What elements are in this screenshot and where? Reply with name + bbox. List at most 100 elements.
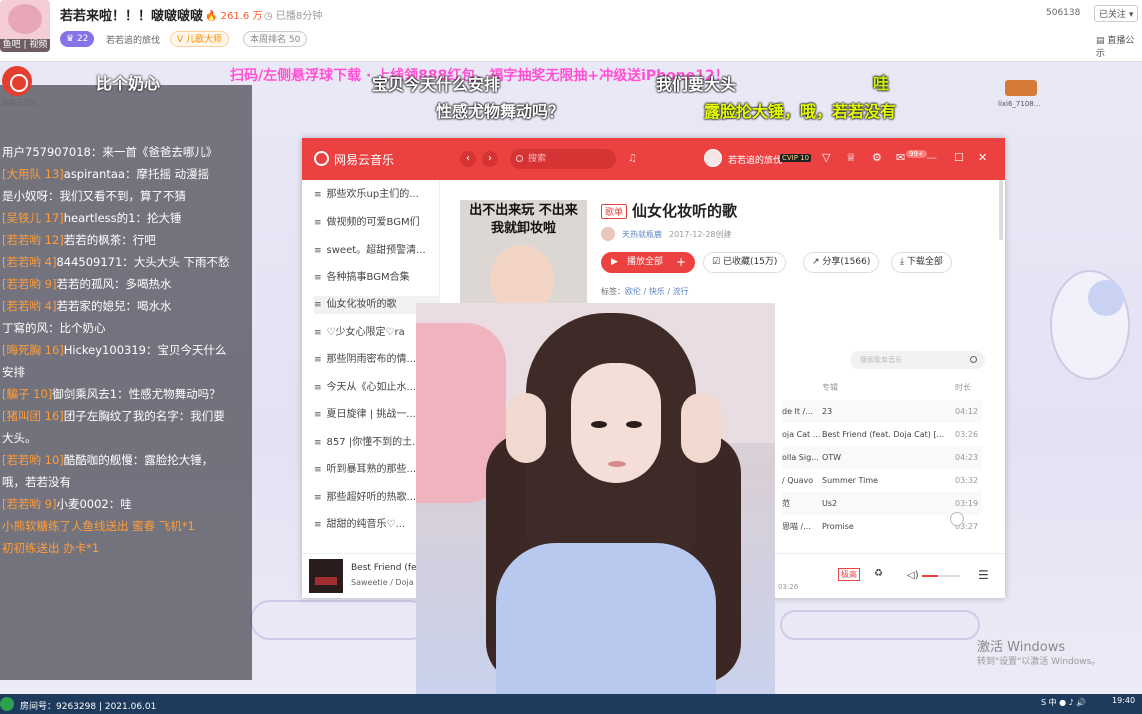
danmu-comment: 宝贝今天什么安排 xyxy=(372,75,501,94)
mail-icon[interactable]: ✉ xyxy=(896,151,905,164)
windows-activate-hint: 转到"设置"以激活 Windows。 xyxy=(977,657,1101,667)
playlist-icon: ≡ xyxy=(314,190,322,200)
song-row[interactable]: / Quavo Summer Time 03:32 xyxy=(782,469,982,492)
sidebar-playlist-item[interactable]: ≡ sweet。超甜预警清... xyxy=(314,242,439,260)
clock[interactable]: 19:40 xyxy=(1112,696,1135,705)
netease-search-input[interactable]: 搜索 xyxy=(510,149,616,169)
sidebar-playlist-item[interactable]: ≡ 做视频的可爱BGM们 xyxy=(314,214,439,232)
now-playing-title[interactable]: Best Friend (fe xyxy=(351,563,417,573)
skin-icon[interactable]: ♕ xyxy=(846,151,856,164)
settings-icon[interactable]: ⚙ xyxy=(872,151,882,164)
scrollbar[interactable] xyxy=(999,180,1003,240)
follow-button[interactable]: 已关注 ▾ xyxy=(1094,5,1139,22)
song-row[interactable]: de It /... 23 04:12 xyxy=(782,400,982,423)
back-button[interactable]: ‹ xyxy=(460,151,476,167)
chat-message: [若若哟 10]酷酷咖的舰慢：露脸抡大锤， xyxy=(2,453,214,467)
chat-message: 安排 xyxy=(2,365,25,379)
danmu-comment: 我们要大头 xyxy=(656,75,737,94)
collect-button[interactable]: ☑ 已收藏(15万) xyxy=(703,252,787,273)
playlist-icon: ≡ xyxy=(314,383,322,393)
column-header-album[interactable]: 专辑 xyxy=(822,382,838,393)
room-info: 房间号：9263298 | 2021.06.01 xyxy=(20,702,157,712)
chat-list: 用户757907018：来一首《爸爸去哪儿》 [大用队 13]aspiranta… xyxy=(2,141,250,559)
chat-message: 大头。 xyxy=(2,431,37,445)
playlist-icon: ≡ xyxy=(314,218,322,228)
live-notice-link[interactable]: ▤ 直播公示 xyxy=(1096,33,1142,59)
song-row[interactable]: oja Cat ... Best Friend (feat. Doja Cat) … xyxy=(782,423,982,446)
doodle-ghost-icon xyxy=(1088,280,1124,316)
share-button[interactable]: ↗ 分享(1566) xyxy=(803,252,880,273)
chat-message: [若若哟 4]844509171：大头大头 下雨不愁 xyxy=(2,255,230,269)
user-name[interactable]: 若若追的旅伐 xyxy=(728,153,782,166)
maximize-icon[interactable]: ☐ xyxy=(954,151,964,164)
search-icon xyxy=(970,356,977,363)
chat-message: 是小奴呀：我们又看不到，算了不猜 xyxy=(2,189,186,203)
vip-crown-icon[interactable]: ▽ xyxy=(822,151,830,164)
danmu-comment: 露脸抡大锤，哦，若若没有 xyxy=(704,102,897,121)
avatar-caption[interactable]: 鱼吧 | 视频 xyxy=(0,39,50,52)
add-to-queue-button[interactable]: + xyxy=(676,252,686,273)
playlist-icon: ≡ xyxy=(314,493,322,503)
fan-club-name[interactable]: 若若追的旅伐 xyxy=(106,33,160,46)
category-badge[interactable]: V 儿歌大师 xyxy=(170,31,230,47)
playlist-icon: ≡ xyxy=(314,410,322,420)
sidebar-playlist-item[interactable]: ≡ 那些欢乐up主们的... xyxy=(314,186,439,204)
volume-slider-fill xyxy=(922,575,938,577)
doodle-cloud xyxy=(250,600,430,640)
playlist-tags: 标签：欧伦 / 快乐 / 流行 xyxy=(601,287,689,296)
room-number: 506138 xyxy=(1046,8,1081,18)
sound-effect-icon[interactable]: ♻ xyxy=(874,568,883,579)
chat-message: 哦，若若没有 xyxy=(2,475,71,489)
locate-current-icon[interactable] xyxy=(950,512,964,526)
playlist-icon: ≡ xyxy=(314,438,322,448)
start-icon[interactable] xyxy=(0,697,14,711)
playlist-icon: ≡ xyxy=(314,273,322,283)
hot-count: 🔥 261.6 万 xyxy=(205,11,263,22)
chat-message: [若若哟 9]小麦0002：哇 xyxy=(2,497,132,511)
minimize-icon[interactable]: — xyxy=(926,151,937,164)
fan-level-badge[interactable]: ♛ 22 xyxy=(60,31,95,47)
creator-avatar[interactable] xyxy=(601,227,615,241)
system-tray[interactable]: S 中 ● ♪ 🔊 xyxy=(1041,697,1086,708)
playlist-cover[interactable]: 出不出来玩 不出来我就卸妆啦 xyxy=(460,200,587,320)
sidebar-playlist-item[interactable]: ≡ 各种搞事BGM合集 xyxy=(314,269,439,287)
playlist-icon: ≡ xyxy=(314,328,322,338)
danmu-comment: 性感尤物舞动吗？ xyxy=(436,102,565,121)
column-header-duration[interactable]: 时长 xyxy=(955,382,971,393)
gift-message: 小熊软糖练了人鱼线送出 蜜春 飞机*1 xyxy=(2,519,195,533)
netease-app-name: 网易云音乐 xyxy=(334,153,395,167)
playlist-icon: ≡ xyxy=(314,300,322,310)
playlist-queue-icon[interactable]: ☰ xyxy=(978,568,989,582)
chat-message: [騙子 10]御剑乘风去1：性感尤物舞动吗？ xyxy=(2,387,221,401)
user-avatar[interactable] xyxy=(704,149,722,167)
song-row[interactable]: 范 Us2 03:19 xyxy=(782,492,982,515)
playlist-icon: ≡ xyxy=(314,246,322,256)
windows-activate-watermark: 激活 Windows xyxy=(977,640,1066,655)
quality-button[interactable]: 极高 xyxy=(838,568,860,581)
close-icon[interactable]: ✕ xyxy=(978,151,987,164)
download-all-button[interactable]: ⤓ 下载全部 xyxy=(891,252,952,273)
chat-message: [晦死胸 16]Hickey100319：宝贝今天什么 xyxy=(2,343,227,357)
webcam-hand xyxy=(681,393,721,463)
search-icon xyxy=(516,155,523,162)
creator-name[interactable]: 天热就瓶鹿 xyxy=(622,229,662,240)
player-time: 03:26 xyxy=(778,583,799,591)
now-playing-cover[interactable] xyxy=(309,559,343,593)
chat-message: 丁寫的风：比个奶心 xyxy=(2,321,106,335)
playlist-icon: ≡ xyxy=(314,465,322,475)
chat-message: [若若哟 12]若若的枫茶：行吧 xyxy=(2,233,156,247)
microphone-icon[interactable]: ♫ xyxy=(628,153,637,164)
now-playing-artist[interactable]: Saweetie / Doja xyxy=(351,578,414,587)
playlist-icon: ≡ xyxy=(314,355,322,365)
rank-badge[interactable]: 本周排名 50 xyxy=(243,31,308,47)
forward-button[interactable]: › xyxy=(482,151,498,167)
created-date: 2017-12-28创建 xyxy=(669,230,732,239)
taskbar xyxy=(0,694,1142,714)
chat-message: 用户757907018：来一首《爸爸去哪儿》 xyxy=(2,145,218,159)
volume-icon[interactable]: ◁) xyxy=(907,570,919,581)
song-row[interactable]: olla Sig... OTW 04:23 xyxy=(782,446,982,469)
playlist-search-input[interactable]: 搜索歌单音乐 xyxy=(850,351,985,369)
streamer-avatar[interactable]: 鱼吧 | 视频 xyxy=(0,0,50,52)
webcam-eye xyxy=(591,421,607,428)
chat-message: [猪叫团 16]团子左胸纹了我的名字：我们要 xyxy=(2,409,225,423)
